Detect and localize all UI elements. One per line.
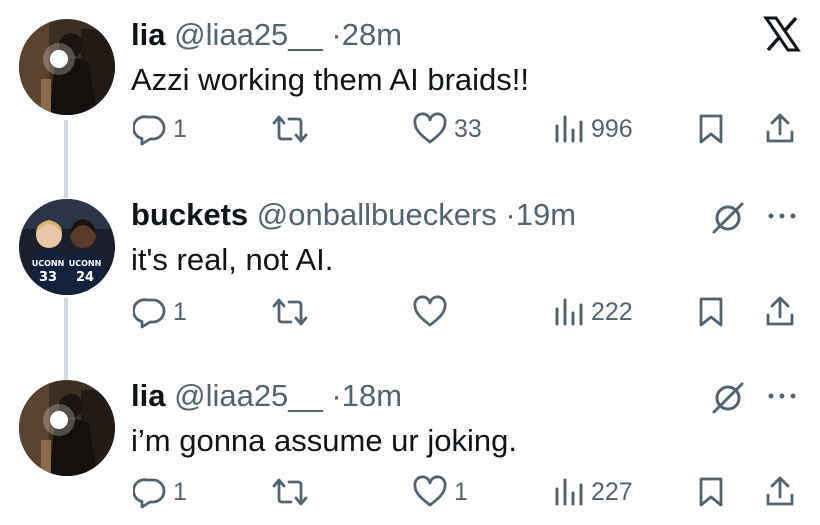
display-name[interactable]: lia <box>131 17 165 52</box>
display-name[interactable]: buckets <box>131 197 248 232</box>
reply-icon <box>133 478 166 509</box>
bookmark-icon <box>699 477 723 507</box>
retweet-button[interactable] <box>270 475 316 509</box>
share-button[interactable] <box>764 112 796 146</box>
reply-button[interactable]: 1 <box>133 295 187 329</box>
view-count: 996 <box>591 114 633 143</box>
reply-count: 1 <box>173 477 187 506</box>
user-handle[interactable]: @liaa25__ <box>174 378 323 413</box>
tweet[interactable]: lia @liaa25__ ·18m i’m gonna assume ur j… <box>0 360 820 525</box>
jersey-brand-left: UCONN <box>32 259 65 268</box>
reply-button[interactable]: 1 <box>133 475 187 509</box>
timestamp[interactable]: 19m <box>516 197 576 232</box>
reply-icon <box>133 115 166 146</box>
retweet-icon <box>272 478 308 506</box>
jersey-number-right: 24 <box>76 270 94 285</box>
heart-icon <box>413 475 447 507</box>
reply-icon <box>133 298 166 329</box>
view-count: 227 <box>591 477 633 506</box>
more-dots-icon <box>768 393 796 399</box>
grok-icon <box>712 382 744 414</box>
user-handle[interactable]: @onballbueckers <box>257 197 497 232</box>
share-button[interactable] <box>764 295 796 329</box>
separator-dot: · <box>331 17 342 52</box>
retweet-button[interactable] <box>270 112 316 146</box>
display-name[interactable]: lia <box>131 378 165 413</box>
bookmark-icon <box>699 114 723 144</box>
like-count: 1 <box>454 477 468 506</box>
separator-dot: · <box>331 378 342 413</box>
views-bar-chart-icon <box>555 298 583 326</box>
views-button[interactable]: 996 <box>553 112 633 146</box>
views-bar-chart-icon <box>555 478 583 506</box>
timestamp[interactable]: 18m <box>342 378 402 413</box>
more-options-button[interactable] <box>766 202 798 233</box>
more-dots-icon <box>768 213 796 219</box>
share-icon <box>766 476 794 506</box>
tweet-header: buckets @onballbueckers ·19m <box>131 197 576 233</box>
action-bar: 1 33 996 <box>0 112 820 152</box>
share-icon <box>766 113 794 143</box>
tweet-text: Azzi working them AI braids!! <box>131 62 529 97</box>
avatar[interactable]: UCONN 33 UCONN 24 <box>19 199 115 295</box>
more-options-button[interactable] <box>766 382 798 413</box>
heart-icon <box>413 295 447 327</box>
like-count: 33 <box>454 114 482 143</box>
tweet-text: it's real, not AI. <box>131 242 334 277</box>
share-button[interactable] <box>764 475 796 509</box>
bookmark-button[interactable] <box>697 475 725 509</box>
retweet-icon <box>272 298 308 326</box>
retweet-icon <box>272 115 308 143</box>
like-button[interactable]: 33 <box>412 112 482 146</box>
tweet[interactable]: lia @liaa25__ ·28m Azzi working them AI … <box>0 0 820 180</box>
tweet-text: i’m gonna assume ur joking. <box>131 423 517 458</box>
like-button[interactable] <box>412 295 454 329</box>
bookmark-icon <box>699 297 723 327</box>
grok-icon <box>712 202 744 234</box>
bookmark-button[interactable] <box>697 295 725 329</box>
reply-button[interactable]: 1 <box>133 112 187 146</box>
separator-dot: · <box>505 197 516 232</box>
avatar[interactable] <box>19 380 115 476</box>
grok-button[interactable] <box>708 378 748 423</box>
user-handle[interactable]: @liaa25__ <box>174 17 323 52</box>
heart-icon <box>413 112 447 144</box>
retweet-button[interactable] <box>270 295 316 329</box>
avatar[interactable] <box>19 19 115 115</box>
jersey-number-left: 33 <box>39 270 57 285</box>
tweet[interactable]: UCONN 33 UCONN 24 buckets @onballbuecker… <box>0 180 820 360</box>
tweet-header: lia @liaa25__ ·28m <box>131 17 402 53</box>
view-count: 222 <box>591 297 633 326</box>
tweet-header: lia @liaa25__ ·18m <box>131 378 402 414</box>
views-button[interactable]: 222 <box>553 295 633 329</box>
views-bar-chart-icon <box>555 115 583 143</box>
reply-count: 1 <box>173 114 187 143</box>
jersey-brand-right: UCONN <box>69 259 102 268</box>
like-button[interactable]: 1 <box>412 475 468 509</box>
grok-button[interactable] <box>708 198 748 243</box>
views-button[interactable]: 227 <box>553 475 633 509</box>
bookmark-button[interactable] <box>697 112 725 146</box>
action-bar: 1 222 <box>0 295 820 335</box>
timestamp[interactable]: 28m <box>342 17 402 52</box>
action-bar: 1 1 227 <box>0 475 820 515</box>
reply-count: 1 <box>173 297 187 326</box>
share-icon <box>766 296 794 326</box>
